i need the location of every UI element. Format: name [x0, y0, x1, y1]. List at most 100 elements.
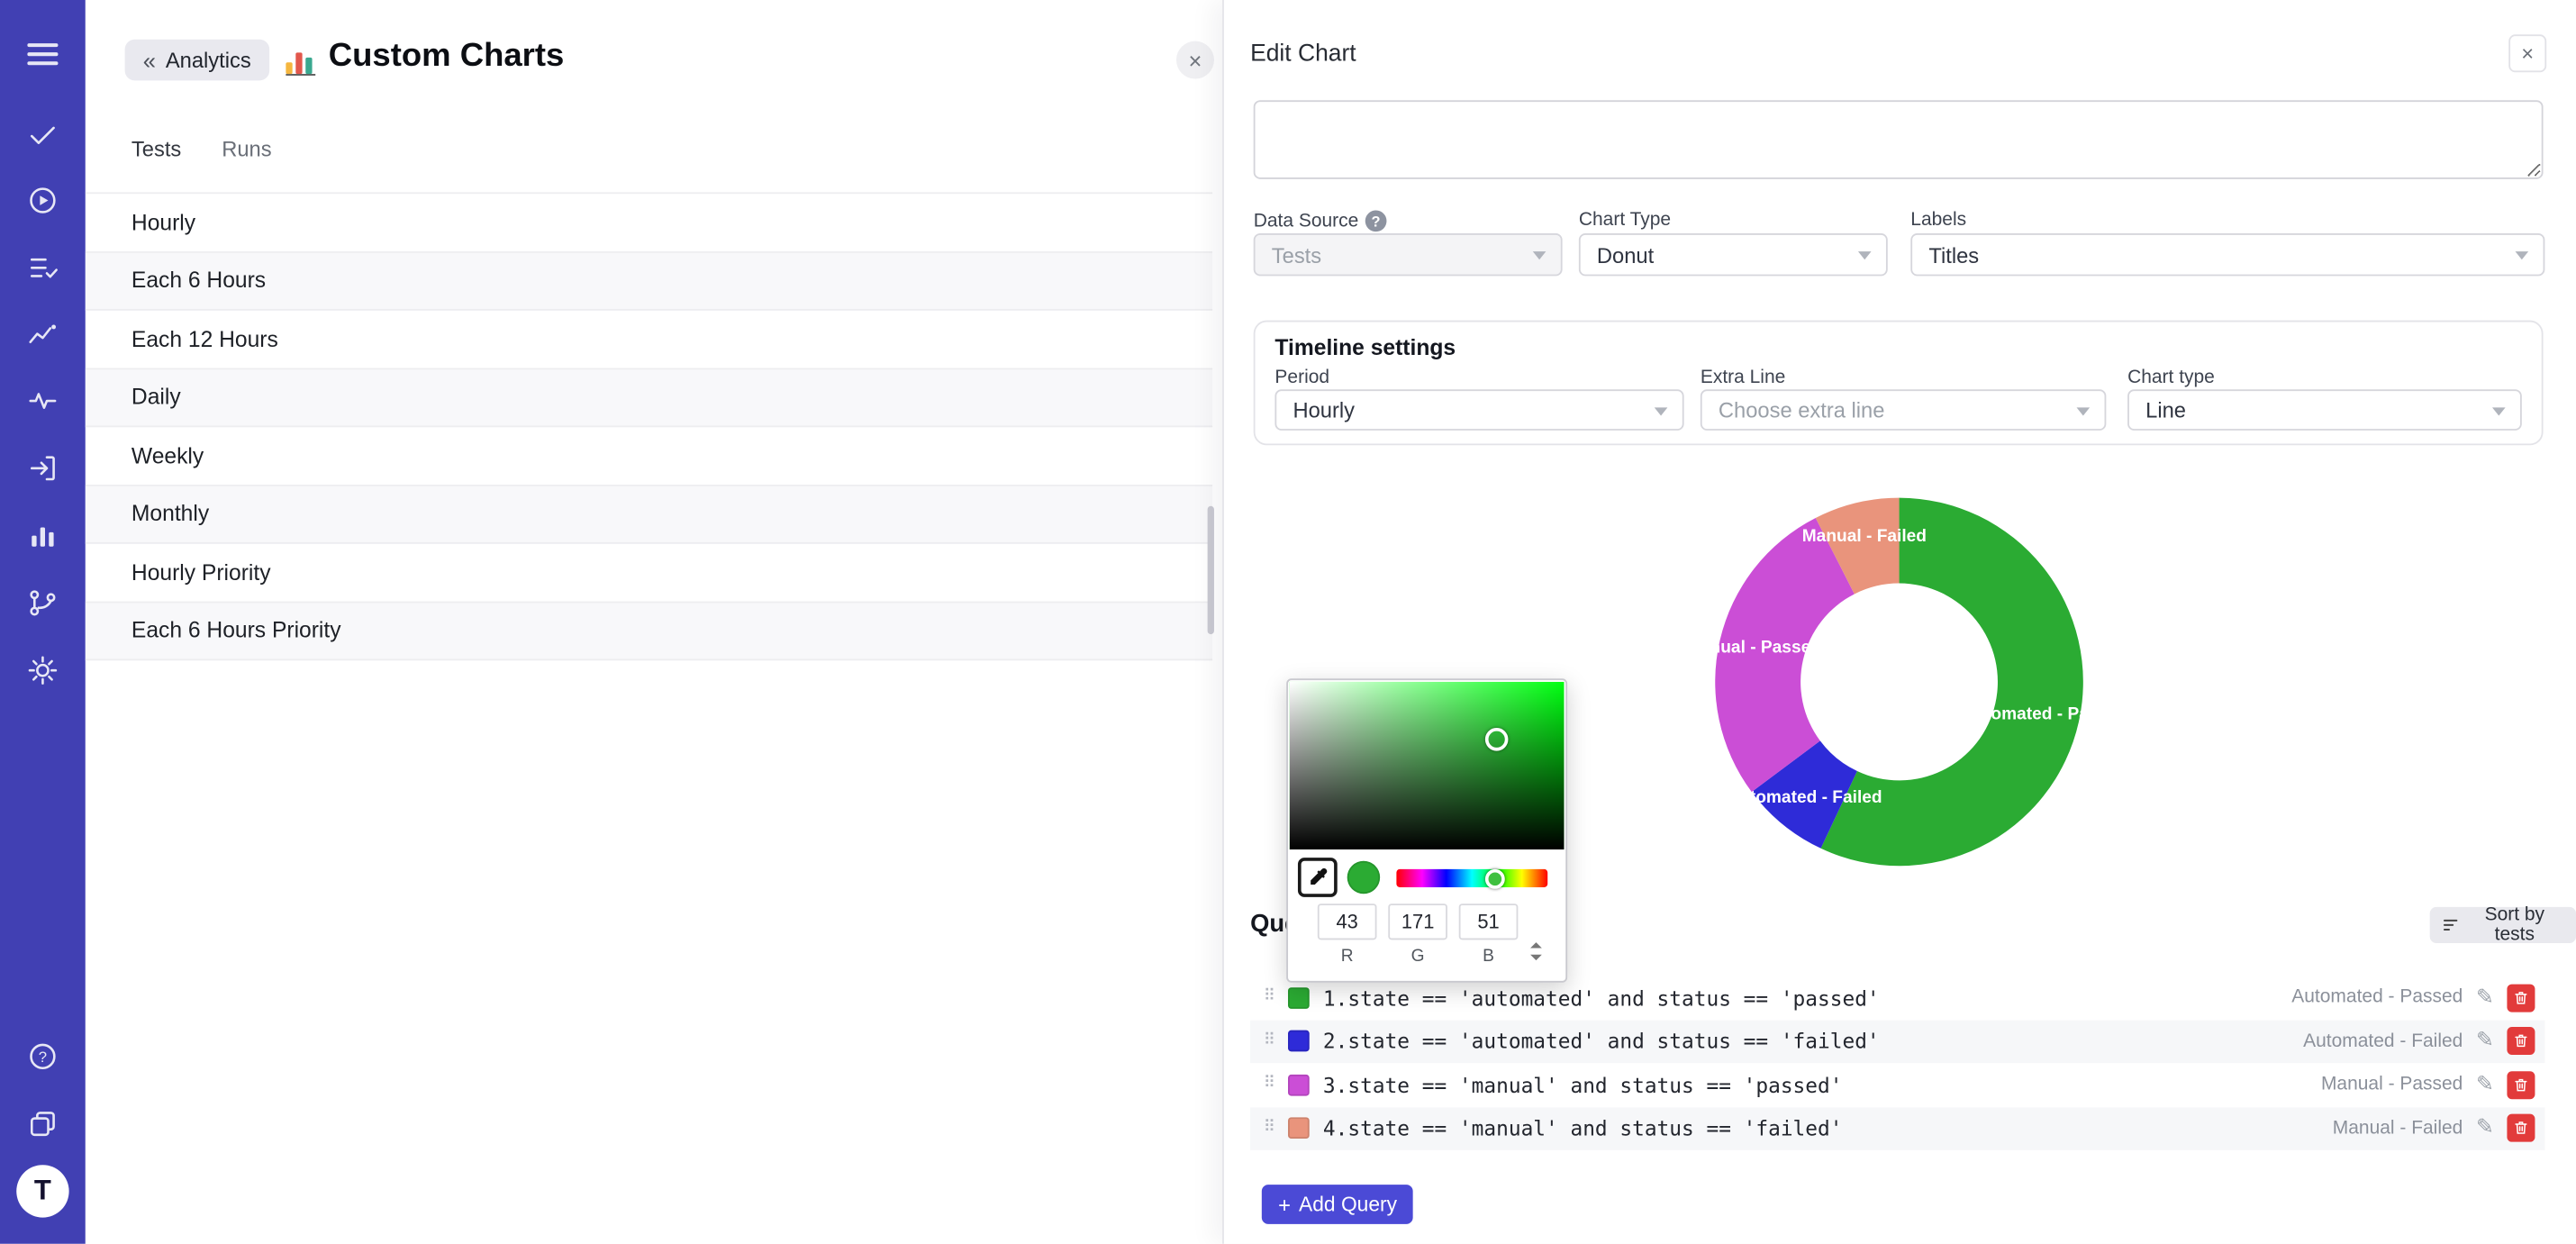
- page-title: Custom Charts: [329, 38, 564, 76]
- help-icon[interactable]: ?: [24, 1039, 60, 1075]
- query-color-swatch[interactable]: [1289, 987, 1311, 1009]
- menu-icon[interactable]: [24, 36, 60, 72]
- trash-icon: [2512, 989, 2530, 1007]
- custom-charts-panel: « Analytics Custom Charts × Tests Runs H…: [86, 0, 1222, 1244]
- list-item-each-12-hours[interactable]: Each 12 Hours: [86, 311, 1212, 369]
- query-color-swatch[interactable]: [1289, 1074, 1311, 1095]
- format-toggle-button[interactable]: [1525, 939, 1548, 968]
- query-row: ⠿ 3.state == 'manual' and status == 'pas…: [1250, 1063, 2544, 1106]
- list-item-each-6-hours[interactable]: Each 6 Hours: [86, 252, 1212, 311]
- query-label: Manual - Failed: [2333, 1119, 2463, 1139]
- query-color-swatch[interactable]: [1289, 1031, 1311, 1052]
- query-rows: ⠿ 1.state == 'automated' and status == '…: [1250, 976, 2544, 1149]
- plus-icon: +: [1278, 1192, 1291, 1216]
- projects-icon[interactable]: [24, 1106, 60, 1142]
- runs-icon[interactable]: [24, 182, 60, 218]
- edit-query-icon[interactable]: ✎: [2476, 1073, 2494, 1097]
- delete-query-button[interactable]: [2507, 1071, 2535, 1099]
- donut-chart: Automated - PassedAutomated - FailedManu…: [1702, 485, 2097, 879]
- list-item-daily[interactable]: Daily: [86, 368, 1212, 427]
- hue-slider[interactable]: [1396, 869, 1547, 887]
- metrics-icon[interactable]: [24, 317, 60, 353]
- branches-icon[interactable]: [24, 585, 60, 621]
- edit-query-icon[interactable]: ✎: [2476, 1029, 2494, 1053]
- delete-query-button[interactable]: [2507, 1114, 2535, 1142]
- app-root: ? T « Analytics Custom Charts × Tests Ru…: [0, 0, 2576, 1244]
- help-badge-icon[interactable]: ?: [1365, 210, 1387, 232]
- eyedropper-icon: [1306, 866, 1329, 889]
- red-label: R: [1318, 947, 1377, 967]
- chart-type-select[interactable]: Donut: [1579, 233, 1888, 276]
- blue-input[interactable]: [1459, 903, 1519, 940]
- settings-icon[interactable]: [24, 652, 60, 688]
- trash-icon: [2512, 1120, 2530, 1138]
- period-select[interactable]: Hourly: [1274, 389, 1683, 431]
- edit-query-icon[interactable]: ✎: [2476, 1116, 2494, 1140]
- drag-handle-icon[interactable]: ⠿: [1264, 1076, 1275, 1093]
- sidebar: ? T: [0, 0, 86, 1244]
- data-source-select[interactable]: Tests: [1254, 233, 1563, 276]
- tab-runs[interactable]: Runs: [222, 136, 271, 160]
- delete-query-button[interactable]: [2507, 1027, 2535, 1055]
- chart-type-label: Chart Type: [1579, 210, 1671, 230]
- donut-segment-label: Automated - Passed: [1963, 705, 2128, 724]
- back-label: Analytics: [166, 48, 251, 72]
- saturation-value-handle[interactable]: [1485, 728, 1509, 751]
- green-label: G: [1388, 947, 1447, 967]
- query-color-swatch[interactable]: [1289, 1118, 1311, 1140]
- sort-by-tests-button[interactable]: Sort by tests: [2430, 907, 2576, 943]
- list-item-hourly[interactable]: Hourly: [86, 194, 1212, 252]
- list-item-monthly[interactable]: Monthly: [86, 486, 1212, 544]
- color-picker-popup: R G B: [1286, 678, 1567, 982]
- close-panel-button[interactable]: ×: [1176, 41, 1214, 79]
- svg-text:?: ?: [39, 1049, 47, 1066]
- query-expression: 2.state == 'automated' and status == 'fa…: [1323, 1029, 2290, 1053]
- back-to-analytics-button[interactable]: « Analytics: [125, 40, 269, 81]
- hue-slider-handle[interactable]: [1485, 868, 1505, 888]
- red-input[interactable]: [1318, 903, 1377, 940]
- query-row: ⠿ 2.state == 'automated' and status == '…: [1250, 1020, 2544, 1063]
- close-drawer-button[interactable]: ×: [2508, 34, 2546, 72]
- edit-chart-drawer: Edit Chart × Data Source ? Tests Chart T…: [1222, 0, 2576, 1244]
- current-color-swatch: [1347, 861, 1380, 894]
- scrollbar-thumb[interactable]: [1208, 506, 1214, 634]
- query-expression: 4.state == 'manual' and status == 'faile…: [1323, 1116, 2319, 1140]
- edit-query-icon[interactable]: ✎: [2476, 985, 2494, 1010]
- donut-segment-label: Automated - Failed: [1727, 788, 1882, 807]
- drag-handle-icon[interactable]: ⠿: [1264, 1121, 1275, 1137]
- query-expression: 1.state == 'automated' and status == 'pa…: [1323, 985, 2279, 1010]
- up-down-arrows-icon: [1526, 939, 1546, 965]
- list-item-each-6-hours-priority[interactable]: Each 6 Hours Priority: [86, 602, 1212, 660]
- app-logo[interactable]: T: [16, 1165, 68, 1217]
- drawer-title: Edit Chart: [1250, 41, 1356, 68]
- green-input[interactable]: [1388, 903, 1447, 940]
- analytics-icon[interactable]: [24, 383, 60, 419]
- drag-handle-icon[interactable]: ⠿: [1264, 990, 1275, 1006]
- extra-line-label: Extra Line: [1701, 368, 1785, 388]
- query-label: Automated - Failed: [2303, 1031, 2463, 1051]
- add-query-button[interactable]: + Add Query: [1262, 1185, 1413, 1224]
- extra-line-select[interactable]: Choose extra line: [1701, 389, 2107, 431]
- bar-chart-icon: [286, 46, 315, 76]
- sort-icon: [2443, 917, 2458, 933]
- export-icon[interactable]: [24, 450, 60, 486]
- timeline-settings-section: Timeline settings Period Hourly Extra Li…: [1254, 321, 2544, 446]
- donut-segment-label: Manual - Failed: [1802, 527, 1927, 546]
- logo-letter: T: [34, 1175, 51, 1207]
- tab-tests[interactable]: Tests: [132, 136, 181, 160]
- drag-handle-icon[interactable]: ⠿: [1264, 1033, 1275, 1049]
- chart-description-input[interactable]: [1254, 100, 2544, 179]
- query-label: Manual - Passed: [2321, 1075, 2463, 1094]
- list-item-weekly[interactable]: Weekly: [86, 427, 1212, 486]
- trash-icon: [2512, 1032, 2530, 1050]
- eyedropper-button[interactable]: [1298, 858, 1338, 897]
- tests-icon[interactable]: [24, 117, 60, 153]
- saturation-value-area[interactable]: [1290, 682, 1565, 849]
- delete-query-button[interactable]: [2507, 984, 2535, 1012]
- timeline-chart-type-select[interactable]: Line: [2127, 389, 2522, 431]
- charts-icon[interactable]: [24, 518, 60, 554]
- list-item-hourly-priority[interactable]: Hourly Priority: [86, 544, 1212, 603]
- plans-icon[interactable]: [24, 250, 60, 286]
- query-row: ⠿ 4.state == 'manual' and status == 'fai…: [1250, 1106, 2544, 1149]
- labels-select[interactable]: Titles: [1910, 233, 2544, 276]
